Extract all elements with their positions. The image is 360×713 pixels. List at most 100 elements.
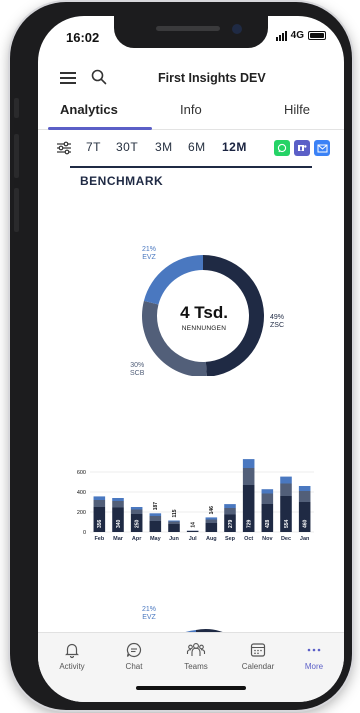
mute-switch: [14, 98, 19, 118]
status-right: 4G: [275, 30, 326, 41]
bar-segment: [242, 459, 255, 468]
nav-calendar[interactable]: Calendar: [230, 641, 286, 671]
donut-center-value: 4 Tsd.: [180, 303, 228, 322]
bar-segment: [112, 498, 124, 501]
nav-chat[interactable]: Chat: [106, 641, 162, 671]
nav-activity[interactable]: Activity: [44, 641, 100, 671]
filter-bar: 7T 30T 3M 6M 12M: [38, 138, 344, 160]
x-tick-label: Feb: [94, 536, 104, 542]
mail-icon[interactable]: [314, 140, 330, 156]
bar-segment: [130, 509, 143, 514]
nav-chat-label: Chat: [125, 662, 143, 671]
bar-segment: [112, 501, 124, 508]
bar-segment: [168, 524, 180, 532]
bar-segment: [298, 486, 311, 491]
x-tick-label: Oct: [244, 536, 253, 542]
x-tick-label: Dec: [281, 536, 291, 542]
tab-hilfe[interactable]: Hilfe: [284, 102, 310, 117]
nav-more-label: More: [304, 662, 324, 671]
chat-icon: [126, 642, 142, 658]
bar-value-label: 554: [284, 519, 290, 528]
status-time: 16:02: [66, 30, 100, 45]
filter-3m[interactable]: 3M: [155, 140, 173, 154]
bar-value-label: 356: [97, 519, 103, 528]
x-tick-label: Jul: [189, 536, 197, 542]
donut-center-label: NENNUNGEN: [181, 325, 227, 332]
bar-value-label: 250: [134, 519, 140, 528]
bar-segment: [280, 483, 292, 496]
bar-value-label: 460: [302, 519, 308, 528]
bar-segment: [224, 504, 236, 508]
donut-label-zsc: 49% ZSC: [270, 314, 285, 329]
bar-segment: [261, 489, 274, 494]
bar-segment: [186, 531, 199, 532]
bar-value-label: 340: [116, 519, 122, 528]
screen: 16:02 4G First Insights DEV Analytics In…: [38, 16, 344, 702]
bar-segment: [168, 521, 180, 524]
filter-12m[interactable]: 12M: [222, 140, 247, 154]
x-tick-label: Aug: [206, 536, 217, 542]
nav-more[interactable]: More: [286, 641, 342, 671]
bar-segment: [280, 476, 292, 484]
bar-segment: [149, 516, 162, 521]
bar-value-label: 729: [246, 519, 252, 528]
bell-icon: [65, 643, 79, 659]
whatsapp-icon[interactable]: [274, 140, 290, 156]
donut-chart: 21% EVZ 49% ZSC 30% SCB 4 Tsd. NENNUNGEN: [38, 226, 344, 377]
bar-segment: [93, 496, 106, 500]
volume-down-button: [14, 188, 19, 232]
bar-value-label: 187: [153, 502, 159, 511]
camera: [232, 24, 242, 34]
phone-frame: 16:02 4G First Insights DEV Analytics In…: [10, 2, 352, 710]
bar-segment: [168, 520, 180, 522]
teams-people-icon: [186, 643, 206, 656]
home-indicator: [136, 686, 246, 690]
y-tick-label: 600: [77, 470, 86, 476]
tab-bar: Analytics Info Hilfe: [38, 102, 344, 130]
x-tick-label: Jun: [169, 536, 179, 542]
bar-chart: 0 200 400 600 356 Feb 340 Mar 250 Apr 187 May 115 Jun…: [68, 444, 318, 554]
bar-segment: [242, 468, 255, 485]
x-tick-label: Nov: [262, 536, 273, 542]
filter-7t[interactable]: 7T: [86, 140, 101, 154]
speaker: [156, 26, 220, 31]
notch: [114, 16, 268, 48]
donut-svg: [142, 255, 264, 377]
nav-activity-label: Activity: [59, 662, 85, 671]
nav-teams-label: Teams: [184, 662, 208, 671]
app-bar: First Insights DEV: [38, 64, 344, 96]
bar-value-label: 146: [209, 506, 215, 515]
section-title: BENCHMARK: [80, 174, 164, 188]
bar-segment: [93, 500, 106, 507]
donut-label-evz: 21% EVZ: [142, 246, 157, 261]
bar-value-label: 279: [228, 519, 234, 528]
x-tick-label: Mar: [113, 536, 124, 542]
donut2-label-evz: 21% EVZ: [142, 606, 157, 621]
donut-label-scb: 30% SCB: [130, 362, 145, 377]
network-label: 4G: [290, 30, 304, 41]
bar-segment: [224, 508, 236, 515]
bar-value-label: 14: [190, 522, 196, 528]
filter-30t[interactable]: 30T: [116, 140, 138, 154]
tab-indicator: [48, 127, 152, 130]
bar-segment: [205, 523, 218, 532]
filter-6m[interactable]: 6M: [188, 140, 206, 154]
nav-teams[interactable]: Teams: [168, 641, 224, 671]
x-tick-label: May: [150, 536, 162, 542]
sliders-icon[interactable]: [56, 141, 72, 155]
tab-analytics[interactable]: Analytics: [60, 102, 118, 117]
tab-info[interactable]: Info: [180, 102, 202, 117]
bar-value-label: 115: [172, 509, 178, 517]
x-tick-label: Apr: [132, 536, 142, 542]
hamburger-icon[interactable]: [60, 72, 76, 84]
y-tick-label: 200: [77, 510, 86, 516]
bar-segment: [130, 507, 143, 510]
bar-chart-svg: 0 200 400 600 356 Feb 340 Mar 250 Apr 187 May 115 Jun…: [77, 459, 314, 542]
nav-calendar-label: Calendar: [241, 662, 275, 671]
teams-icon[interactable]: [294, 140, 310, 156]
bottom-nav: Activity Chat Teams Calendar More: [38, 632, 344, 702]
bar-segment: [205, 519, 218, 523]
search-icon[interactable]: [90, 68, 108, 86]
calendar-icon: [250, 643, 266, 657]
x-tick-label: Sep: [225, 536, 236, 542]
